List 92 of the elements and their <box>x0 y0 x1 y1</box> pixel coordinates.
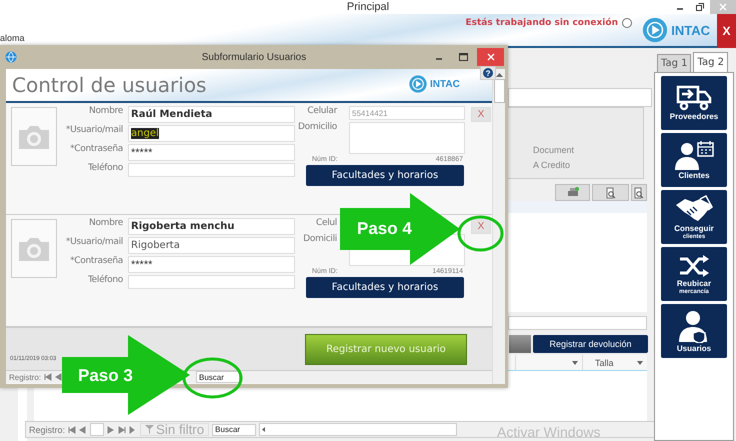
search-field[interactable]: Buscar <box>196 371 240 383</box>
scroll-left-icon <box>260 426 268 433</box>
password-field[interactable]: ***** <box>128 144 295 161</box>
toolbar-button[interactable] <box>555 184 590 201</box>
camera-icon <box>17 124 51 150</box>
scroll-up-icon <box>496 72 503 77</box>
dropdown-caret-icon <box>572 360 578 364</box>
phone-field[interactable] <box>128 275 295 289</box>
close-icon <box>719 3 727 11</box>
field-label: Domicilio <box>298 122 337 134</box>
password-field[interactable]: ***** <box>128 256 295 273</box>
vertical-scrollbar[interactable] <box>492 69 505 384</box>
truck-icon <box>676 85 712 111</box>
column-label: Talla <box>595 358 614 368</box>
form-heading: Control de usuarios <box>12 73 206 97</box>
field-label: Nombre <box>88 106 123 118</box>
field-label: *Contraseña <box>69 256 123 268</box>
record-number-field[interactable] <box>90 423 104 436</box>
camera-icon <box>17 236 51 262</box>
search-field[interactable]: Buscar <box>212 424 256 436</box>
window-title: Subformulario Usuarios <box>200 52 308 62</box>
logo-emblem-icon <box>408 74 428 94</box>
search-icon <box>606 186 616 198</box>
offline-status: Estás trabajando sin conexión <box>465 18 618 28</box>
printer-icon <box>566 187 578 198</box>
field-label: Teléfono <box>86 275 123 287</box>
user-value: Rigoberta <box>131 240 180 251</box>
field-label: Celul <box>316 218 337 230</box>
logo-text: INTAC <box>430 78 460 90</box>
logo-emblem-icon <box>641 16 670 44</box>
tab[interactable]: Tag 2 <box>693 52 728 72</box>
document-label: Document <box>533 144 576 157</box>
permissions-button[interactable]: Facultades y horarios <box>306 165 464 186</box>
exit-button[interactable]: X <box>717 14 736 48</box>
toolbar-button[interactable] <box>592 184 629 201</box>
side-button[interactable]: Clientes <box>661 133 727 187</box>
step-label: Paso 4 <box>357 219 412 239</box>
close-icon <box>486 53 494 61</box>
side-button[interactable]: Usuarios <box>661 304 727 358</box>
permissions-button[interactable]: Facultades y horarios <box>306 277 464 298</box>
column-header[interactable]: Talla <box>582 355 647 370</box>
horizontal-scrollbar[interactable] <box>259 423 458 436</box>
handshake-icon <box>675 194 713 222</box>
first-record-icon[interactable] <box>44 373 52 381</box>
user-field[interactable]: angel <box>128 125 295 142</box>
close-button[interactable] <box>477 48 504 66</box>
tab[interactable]: Tag 1 <box>657 54 692 72</box>
return-button[interactable]: Registrar devolución <box>533 335 648 353</box>
dropdown-caret-icon <box>637 360 643 364</box>
record-label: Registro: <box>9 372 42 382</box>
field-label: Nombre <box>88 218 123 230</box>
status-radio[interactable] <box>622 18 632 28</box>
side-button[interactable]: Proveedores <box>661 76 727 130</box>
globe-icon <box>5 51 17 63</box>
last-record-icon[interactable] <box>118 426 126 434</box>
user-field[interactable]: Rigoberta <box>128 237 295 254</box>
document-label: A Credito <box>533 159 572 172</box>
toolbar-button[interactable] <box>631 184 647 201</box>
user-value: angel <box>131 128 159 139</box>
address-field[interactable] <box>349 122 465 154</box>
filter-icon <box>145 425 154 434</box>
phone-field[interactable] <box>128 163 295 177</box>
user-name: aloma <box>0 33 25 45</box>
name-field[interactable]: Rigoberta menchu <box>128 218 295 235</box>
shuffle-icon <box>678 254 710 278</box>
field-label: *Usuario/mail <box>64 125 123 137</box>
record-label: Registro: <box>29 424 66 434</box>
next-record-icon[interactable] <box>107 426 116 434</box>
new-record-icon[interactable] <box>129 426 138 434</box>
field-label: *Contraseña <box>69 144 123 156</box>
window-title: Principal <box>346 1 390 13</box>
search-icon <box>634 186 644 198</box>
previous-record-icon[interactable] <box>79 426 88 434</box>
scrollbar-thumb[interactable] <box>494 79 505 103</box>
field-label: Teléfono <box>86 163 123 175</box>
restore-icon <box>696 3 704 11</box>
highlight-circle <box>457 215 504 252</box>
field-label: Domicili <box>303 234 337 246</box>
step-label: Paso 3 <box>78 366 133 386</box>
name-field[interactable]: Raúl Mendieta <box>128 106 295 123</box>
person-calendar-icon <box>674 140 714 170</box>
blank-button[interactable] <box>509 335 531 353</box>
field-label: *Usuario/mail <box>64 237 123 249</box>
text-field[interactable] <box>508 88 652 107</box>
previous-record-icon[interactable] <box>55 373 64 381</box>
highlight-circle <box>182 357 243 399</box>
logo-text: INTAC <box>671 22 710 38</box>
first-record-icon[interactable] <box>68 426 76 434</box>
field-label: Celular <box>307 106 337 118</box>
text-field[interactable] <box>508 316 647 330</box>
help-button[interactable]: ? <box>480 66 496 80</box>
maximize-icon <box>458 53 468 61</box>
